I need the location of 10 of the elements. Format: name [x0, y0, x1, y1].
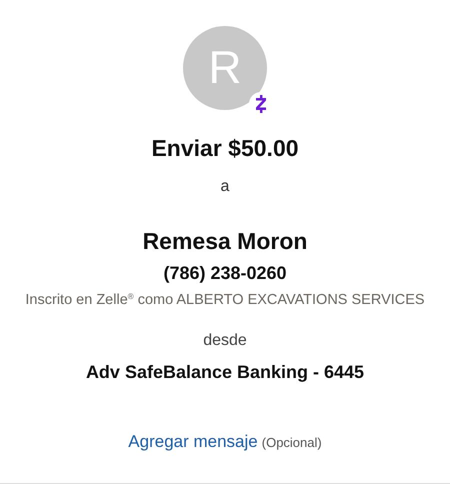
optional-hint: (Opcional) — [262, 435, 322, 451]
connector-text: desde — [203, 331, 247, 351]
recipient-phone: (786) 238-0260 — [163, 263, 287, 285]
zelle-logo-icon — [254, 95, 268, 113]
recipient-name: Remesa Moron — [142, 228, 308, 256]
amount-title: Enviar $50.00 — [151, 135, 299, 163]
enrolled-note: Inscrito en Zelle$^{®}$ como ALBERTO EXCAVATIONS SERVICES — [25, 292, 425, 310]
add-message-link[interactable]: Agregar mensaje — [128, 432, 258, 453]
connector-text: a — [220, 176, 230, 196]
account-name: Adv SafeBalance Banking - 6445 — [86, 362, 364, 384]
